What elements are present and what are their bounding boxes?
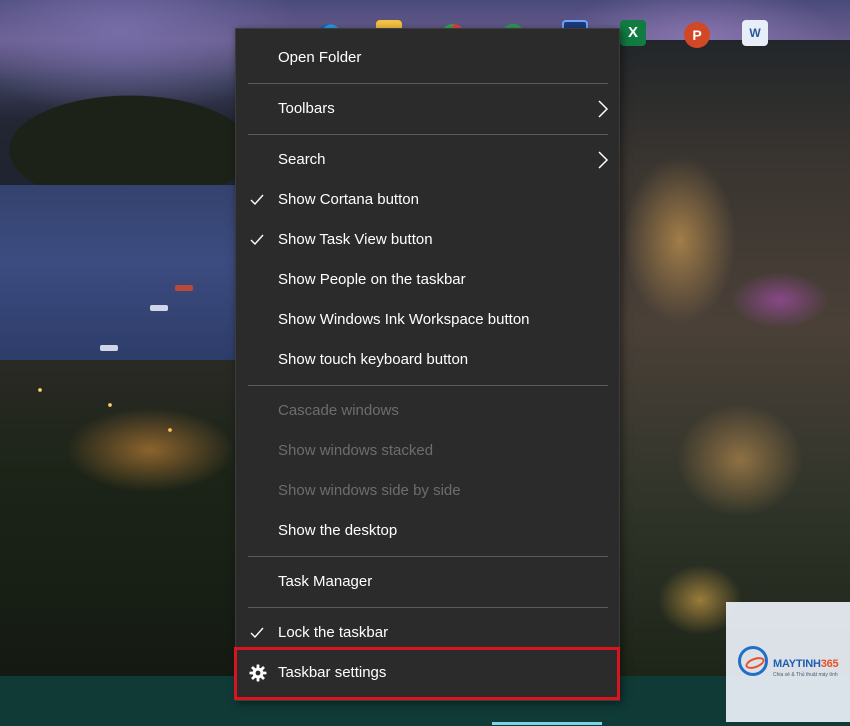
wallpaper-boat bbox=[100, 345, 118, 351]
taskbar-active-indicator bbox=[492, 722, 602, 725]
menu-item-label: Taskbar settings bbox=[278, 664, 387, 681]
menu-item-taskbar-settings[interactable]: Taskbar settings bbox=[236, 654, 619, 692]
menu-separator bbox=[248, 134, 608, 135]
checkmark-icon bbox=[250, 234, 264, 246]
menu-item-label: Cascade windows bbox=[278, 402, 399, 419]
menu-item-label: Show the desktop bbox=[278, 522, 398, 539]
taskbar-context-menu: Open Folder Toolbars Search Show Cortana… bbox=[235, 28, 620, 701]
menu-item-label: Search bbox=[278, 151, 326, 168]
checkmark-icon bbox=[250, 627, 264, 639]
menu-item-task-manager[interactable]: Task Manager bbox=[236, 563, 619, 601]
menu-item-label: Show People on the taskbar bbox=[278, 271, 466, 288]
menu-separator bbox=[248, 385, 608, 386]
chevron-right-icon bbox=[598, 151, 609, 169]
menu-item-toolbars[interactable]: Toolbars bbox=[236, 90, 619, 128]
menu-item-label: Show Cortana button bbox=[278, 191, 419, 208]
menu-item-label: Show windows stacked bbox=[278, 442, 434, 459]
watermark: MAYTINH365 Chia sẻ & Thủ thuật máy tính bbox=[726, 602, 850, 722]
wallpaper-boat bbox=[150, 305, 168, 311]
word-icon[interactable]: W bbox=[742, 20, 768, 46]
menu-item-show-windows-side-by-side: Show windows side by side bbox=[236, 472, 619, 510]
menu-item-show-touch-keyboard[interactable]: Show touch keyboard button bbox=[236, 341, 619, 379]
powerpoint-icon[interactable]: P bbox=[684, 22, 710, 48]
wallpaper-town-right bbox=[620, 40, 850, 676]
wallpaper-town-left bbox=[0, 360, 240, 680]
wallpaper-hill bbox=[0, 60, 260, 190]
watermark-brand: MAYTINH365 bbox=[773, 658, 839, 670]
menu-separator bbox=[248, 556, 608, 557]
watermark-brand-main: MAYTINH bbox=[773, 658, 821, 670]
menu-item-label: Lock the taskbar bbox=[278, 624, 389, 641]
menu-item-label: Task Manager bbox=[278, 573, 373, 590]
menu-item-label: Show windows side by side bbox=[278, 482, 461, 499]
menu-item-open-folder[interactable]: Open Folder bbox=[236, 39, 619, 77]
menu-item-show-people[interactable]: Show People on the taskbar bbox=[236, 261, 619, 299]
wallpaper-harbor bbox=[0, 185, 240, 375]
menu-item-label: Open Folder bbox=[278, 49, 362, 66]
menu-separator bbox=[248, 83, 608, 84]
menu-item-show-ink-workspace[interactable]: Show Windows Ink Workspace button bbox=[236, 301, 619, 339]
menu-item-label: Toolbars bbox=[278, 100, 335, 117]
menu-item-cascade-windows: Cascade windows bbox=[236, 392, 619, 430]
menu-item-show-windows-stacked: Show windows stacked bbox=[236, 432, 619, 470]
menu-item-show-cortana-button[interactable]: Show Cortana button bbox=[236, 181, 619, 219]
wallpaper-boat bbox=[175, 285, 193, 291]
menu-item-label: Show Windows Ink Workspace button bbox=[278, 311, 530, 328]
watermark-brand-accent: 365 bbox=[820, 658, 839, 670]
menu-item-search[interactable]: Search bbox=[236, 141, 619, 179]
menu-item-show-task-view-button[interactable]: Show Task View button bbox=[236, 221, 619, 259]
menu-item-lock-taskbar[interactable]: Lock the taskbar bbox=[236, 614, 619, 652]
menu-separator bbox=[248, 607, 608, 608]
watermark-tagline: Chia sẻ & Thủ thuật máy tính bbox=[773, 672, 838, 678]
menu-item-label: Show Task View button bbox=[278, 231, 433, 248]
checkmark-icon bbox=[250, 194, 264, 206]
excel-icon[interactable]: X bbox=[620, 20, 646, 46]
watermark-logo-icon bbox=[738, 646, 768, 676]
gear-icon bbox=[249, 664, 267, 682]
chevron-right-icon bbox=[598, 100, 609, 118]
menu-item-show-desktop[interactable]: Show the desktop bbox=[236, 512, 619, 550]
menu-item-label: Show touch keyboard button bbox=[278, 351, 469, 368]
